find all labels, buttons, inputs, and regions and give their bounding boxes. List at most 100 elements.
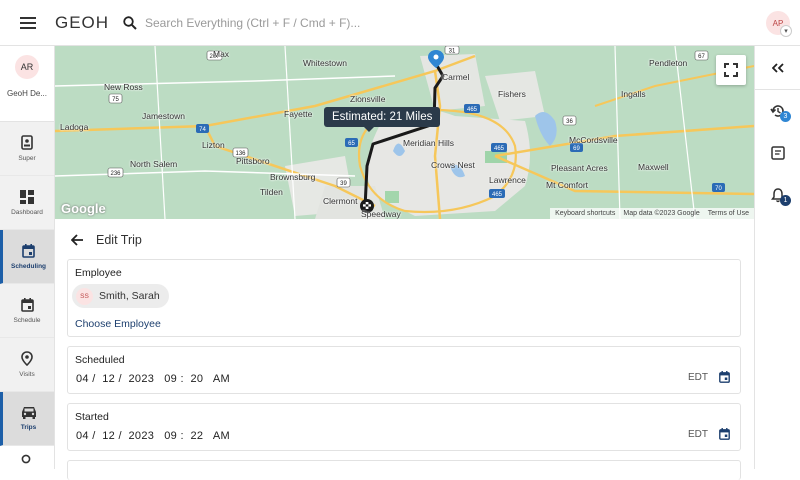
employee-label: Employee xyxy=(75,267,122,279)
sidebar-item-schedule[interactable]: Schedule xyxy=(0,284,54,338)
map-town-label: Tilden xyxy=(260,187,283,197)
map-town-label: Pleasant Acres xyxy=(551,163,608,173)
map-town-label: Fayette xyxy=(284,109,313,119)
started-calendar-button[interactable] xyxy=(719,427,730,445)
choose-employee-link[interactable]: Choose Employee xyxy=(75,318,161,330)
road-shield-label: 65 xyxy=(348,141,355,147)
sidebar-item-dashboard[interactable]: Dashboard xyxy=(0,176,54,230)
road-shield-label: 465 xyxy=(467,107,478,113)
google-logo: Google xyxy=(61,201,106,216)
double-chevron-left-icon xyxy=(771,62,784,73)
sidebar-item-label: Scheduling xyxy=(10,262,47,270)
sidebar-item-label: Trips xyxy=(20,424,37,431)
keyboard-shortcuts-link[interactable]: Keyboard shortcuts xyxy=(555,210,615,217)
edit-trip-panel: Edit Trip Employee SS Smith, Sarah Choos… xyxy=(55,219,754,480)
history-button[interactable]: 3 xyxy=(755,90,800,132)
hamburger-icon xyxy=(19,16,36,29)
sidebar-avatar: AR xyxy=(15,55,39,79)
search-icon xyxy=(123,15,137,30)
collapse-panel-button[interactable] xyxy=(755,46,800,90)
road-shield-label: 74 xyxy=(199,127,206,133)
route-map[interactable]: 31 74 65 465 69 36 236 75 39 136 465 465… xyxy=(55,46,754,219)
terms-of-use-link[interactable]: Terms of Use xyxy=(708,210,749,217)
search-input[interactable] xyxy=(145,15,445,30)
road-shield-label: 465 xyxy=(492,192,503,198)
car-icon xyxy=(21,407,36,419)
next-card xyxy=(67,460,741,480)
calendar-icon xyxy=(719,371,730,383)
hamburger-menu-button[interactable] xyxy=(0,0,55,46)
road-shield: 465 xyxy=(491,143,507,152)
road-shield: 70 xyxy=(712,183,725,192)
road-shield: 39 xyxy=(336,177,351,188)
map-town-label: Whitestown xyxy=(303,58,347,68)
map-town-label: Crows Nest xyxy=(431,160,475,170)
map-town-label: North Salem xyxy=(130,159,178,169)
sidebar-item-label: Schedule xyxy=(13,316,41,324)
calendar-icon xyxy=(20,297,34,312)
map-town-label: Lizton xyxy=(202,140,225,150)
sidebar-user[interactable]: AR GeoH De... xyxy=(0,46,54,122)
map-footer: Keyboard shortcuts Map data ©2023 Google… xyxy=(550,208,754,219)
calendar-icon xyxy=(22,243,35,258)
map-canvas: 31 74 65 465 69 36 236 75 39 136 465 465… xyxy=(55,46,754,219)
road-shield-label: 39 xyxy=(340,181,347,187)
chevron-down-icon[interactable]: ▾ xyxy=(780,25,792,37)
page-title: Edit Trip xyxy=(96,233,142,247)
sidebar-item-scheduling[interactable]: Scheduling xyxy=(0,230,54,284)
scheduled-datetime-input[interactable]: 04 / 12 / 2023 09 : 20 AM xyxy=(76,373,230,385)
map-data-attribution: Map data ©2023 Google xyxy=(623,210,700,217)
scheduled-calendar-button[interactable] xyxy=(719,370,730,388)
map-town-label: Speedway xyxy=(361,209,401,219)
search-icon xyxy=(21,454,31,464)
started-timezone: EDT xyxy=(688,429,708,440)
sidebar-item-visits[interactable]: Visits xyxy=(0,338,54,392)
road-shield: 465 xyxy=(464,104,480,113)
sidebar-item-label: Visits xyxy=(19,371,35,378)
road-shield: 67 xyxy=(694,50,709,61)
employee-chip[interactable]: SS Smith, Sarah xyxy=(72,284,169,308)
road-shield-label: 67 xyxy=(698,54,705,60)
map-town-label: Zionsville xyxy=(350,94,386,104)
started-datetime-input[interactable]: 04 / 12 / 2023 09 : 22 AM xyxy=(76,430,230,442)
fullscreen-button[interactable] xyxy=(716,55,746,85)
employee-avatar: SS xyxy=(76,287,93,305)
right-rail: 3 1 xyxy=(754,46,800,469)
history-count-badge: 3 xyxy=(780,111,791,122)
back-button[interactable] xyxy=(71,234,84,246)
road-shield-label: 70 xyxy=(715,186,722,192)
notes-button[interactable] xyxy=(755,132,800,174)
sidebar-item-super[interactable]: Super xyxy=(0,122,54,176)
map-town-label: Maxwell xyxy=(638,162,669,172)
sidebar-item-label: Dashboard xyxy=(11,208,43,216)
notifications-button[interactable]: 1 xyxy=(755,174,800,216)
scheduled-card: Scheduled 04 / 12 / 2023 09 : 20 AM EDT xyxy=(67,346,741,394)
arrow-left-icon xyxy=(71,234,83,246)
map-town-label: New Ross xyxy=(104,82,143,92)
road-shield: 74 xyxy=(196,124,209,133)
map-town-label: Fishers xyxy=(498,89,526,99)
fullscreen-icon xyxy=(724,63,738,77)
edit-trip-header: Edit Trip xyxy=(55,219,754,261)
sidebar-item-trips[interactable]: Trips xyxy=(0,392,54,446)
left-sidebar: AR GeoH De... Super Dashboard Scheduling… xyxy=(0,46,55,476)
global-search xyxy=(110,0,800,46)
road-shield-label: 236 xyxy=(110,171,121,177)
road-shield-label: 36 xyxy=(566,119,573,125)
app-logo: GEOH xyxy=(55,12,110,32)
road-shield: 31 xyxy=(444,46,460,55)
sidebar-item-label: Super xyxy=(18,155,36,162)
map-town-label: Jamestown xyxy=(142,111,185,121)
road-shield-label: 75 xyxy=(112,97,119,103)
route-distance-label: Estimated: 21 Miles xyxy=(324,107,441,132)
employee-name: Smith, Sarah xyxy=(99,290,160,302)
map-town-label: Ladoga xyxy=(60,122,89,132)
map-town-label: Lawrence xyxy=(489,175,526,185)
map-town-label: Clermont xyxy=(323,196,358,206)
sidebar-item-more[interactable] xyxy=(0,446,54,476)
road-shield: 36 xyxy=(562,115,577,126)
scheduled-label: Scheduled xyxy=(75,354,125,366)
map-town-label: Meridian Hills xyxy=(403,138,455,148)
map-town-label: Carmel xyxy=(442,72,470,82)
map-town-label: Pendleton xyxy=(649,58,688,68)
